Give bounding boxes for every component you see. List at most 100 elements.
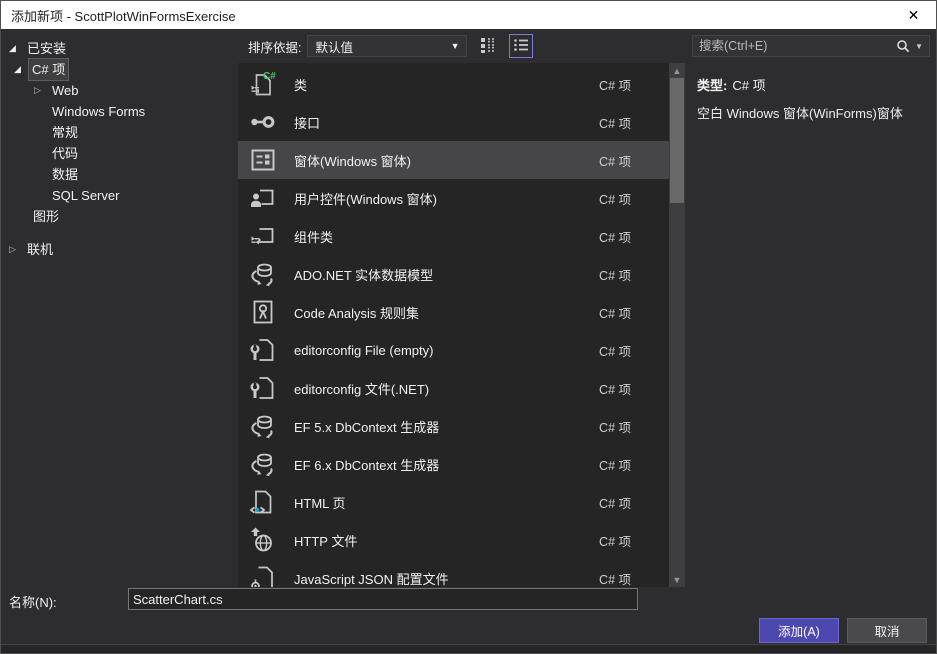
interface-icon [248,107,278,137]
http-file-icon [248,525,278,555]
collapsed-triangle-icon[interactable]: ▷ [34,80,48,101]
template-name: editorconfig 文件(.NET) [294,381,430,397]
tree-item[interactable]: ▷ Web [1,80,238,101]
template-name: 窗体(Windows 窗体) [294,153,412,169]
user-control-icon [248,183,278,213]
type-value: C# 项 [732,78,766,93]
template-type: C# 项 [599,306,631,321]
editorconfig-icon [248,373,278,403]
tree-item-label: 数据 [52,167,79,182]
search-options-chevron-icon[interactable]: ▼ [915,42,923,51]
template-list-item[interactable]: HTML 页 C# 项 [238,483,669,521]
template-list-item[interactable]: editorconfig 文件(.NET) C# 项 [238,369,669,407]
search-icon[interactable] [896,39,910,53]
template-name: 类 [294,77,308,93]
template-list-item[interactable]: 组件类 C# 项 [238,217,669,255]
scrollbar-thumb[interactable] [670,78,684,203]
template-type: C# 项 [599,344,631,359]
template-name: EF 6.x DbContext 生成器 [294,457,440,473]
tree-item-label: 代码 [52,146,79,161]
tree-item[interactable]: SQL Server [1,185,238,206]
template-type: C# 项 [599,572,631,587]
search-box: ▼ [692,35,930,57]
tree-item-label: 图形 [33,209,60,224]
dbcontext-icon [248,449,278,479]
template-list-item[interactable]: EF 6.x DbContext 生成器 C# 项 [238,445,669,483]
list-view-button[interactable] [509,34,534,58]
tree-item[interactable]: 数据 [1,164,238,185]
template-list-item[interactable]: 接口 C# 项 [238,103,669,141]
template-list-item[interactable]: Code Analysis 规则集 C# 项 [238,293,669,331]
template-list-item[interactable]: C# 类 C# 项 [238,65,669,103]
sort-by-dropdown[interactable]: 默认值 ▼ [307,35,468,57]
csharp-class-icon: C# [248,69,278,99]
tree-item[interactable]: ◢ C# 项 [1,58,238,81]
template-type: C# 项 [599,382,631,397]
title-bar: 添加新项 - ScottPlotWinFormsExercise ✕ [1,1,936,29]
tree-item-label: 已安装 [27,41,67,56]
toolbar: 排序依据: 默认值 ▼ 搜索(Ctrl+E) ▼ [238,29,936,63]
json-config-icon [248,563,278,587]
tree-item-label: Web [52,83,79,98]
template-name: JavaScript JSON 配置文件 [294,571,449,587]
svg-text:C#: C# [263,71,276,82]
tree-item[interactable]: 常规 [1,122,238,143]
entity-data-model-icon [248,259,278,289]
template-name: ADO.NET 实体数据模型 [294,267,434,283]
template-type: C# 项 [599,420,631,435]
cancel-button[interactable]: 取消 [847,618,927,643]
tree-item-label: SQL Server [52,188,120,203]
small-icons-view-button[interactable] [476,34,500,58]
name-label: 名称(N): [9,595,57,610]
template-name: 组件类 [294,229,334,245]
search-input[interactable] [693,39,897,53]
component-icon [248,221,278,251]
sort-by-label: 排序依据: [248,40,302,55]
footer-strip [1,644,936,653]
scroll-down-icon[interactable]: ▼ [669,572,685,587]
tree-item[interactable]: 图形 [1,206,238,227]
tree-item-label: C# 项 [28,58,70,81]
expanded-triangle-icon[interactable]: ◢ [9,38,23,59]
template-type: C# 项 [599,230,631,245]
template-list-item[interactable]: ADO.NET 实体数据模型 C# 项 [238,255,669,293]
scroll-up-icon[interactable]: ▲ [669,63,685,78]
button-row: 添加(A) 取消 [1,618,936,643]
tree-item-label: 常规 [52,125,79,140]
template-name: 用户控件(Windows 窗体) [294,191,438,207]
template-details: 类型: C# 项 空白 Windows 窗体(WinForms)窗体 [687,63,936,587]
template-list-item[interactable]: editorconfig File (empty) C# 项 [238,331,669,369]
tree-item[interactable]: ◢ 已安装 [1,38,238,59]
add-new-item-dialog: 添加新项 - ScottPlotWinFormsExercise ✕ 排序依据:… [0,0,937,654]
dialog-title: 添加新项 - ScottPlotWinFormsExercise [11,8,236,24]
template-list: C# 类 C# 项 接口 C# 项 窗体(Windows 窗体) C# 项 用户控件(… [238,63,669,587]
tree-item-label: 联机 [27,242,54,257]
template-name: HTML 页 [294,495,346,511]
item-name-input[interactable] [128,588,638,610]
windows-form-icon [248,145,278,175]
template-description: 空白 Windows 窗体(WinForms)窗体 [697,106,903,121]
template-name: 接口 [294,115,321,131]
name-row: 名称(N): [1,588,936,614]
template-type: C# 项 [599,268,631,283]
template-name: HTTP 文件 [294,533,358,549]
template-type: C# 项 [599,78,631,93]
add-button[interactable]: 添加(A) [759,618,839,643]
editorconfig-icon [248,335,278,365]
tree-item[interactable]: 代码 [1,143,238,164]
list-scrollbar[interactable]: ▲ ▼ [669,63,685,587]
template-list-item[interactable]: HTTP 文件 C# 项 [238,521,669,559]
collapsed-triangle-icon[interactable]: ▷ [9,239,23,260]
tree-item[interactable]: ▷ 联机 [1,239,238,260]
type-label: 类型: [697,78,728,93]
template-list-item[interactable]: 窗体(Windows 窗体) C# 项 [238,141,669,179]
template-list-item[interactable]: EF 5.x DbContext 生成器 C# 项 [238,407,669,445]
close-icon[interactable]: ✕ [891,1,936,29]
template-type: C# 项 [599,458,631,473]
template-type: C# 项 [599,496,631,511]
sort-by-value: 默认值 [315,40,353,55]
tree-item[interactable]: Windows Forms [1,101,238,122]
expanded-triangle-icon[interactable]: ◢ [14,59,28,80]
template-list-item[interactable]: JavaScript JSON 配置文件 C# 项 [238,559,669,587]
template-list-item[interactable]: 用户控件(Windows 窗体) C# 项 [238,179,669,217]
